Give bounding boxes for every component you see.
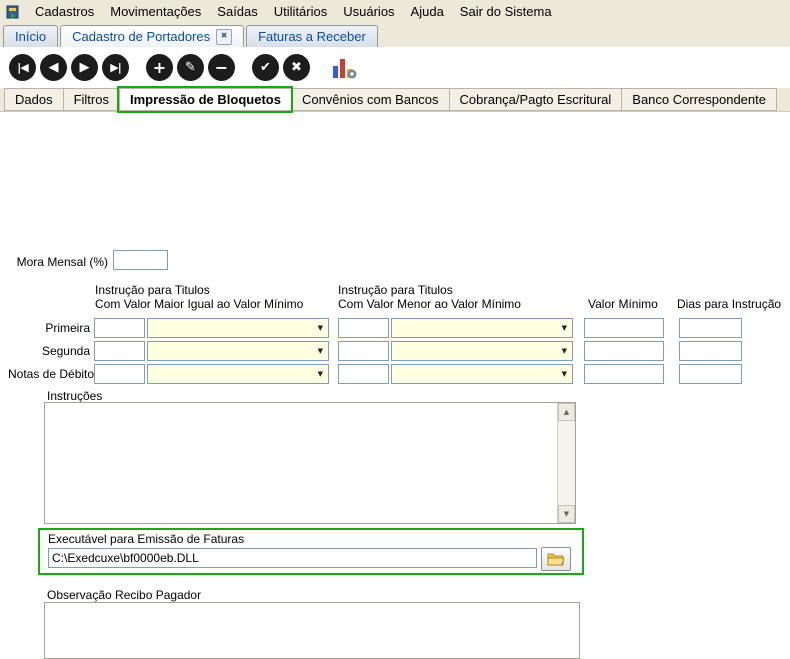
tab-label: Faturas a Receber [258,29,366,44]
segunda-dias-instrucao-input[interactable] [679,341,742,361]
tab-label: Início [15,29,46,44]
next-record-button[interactable]: ▶ [71,54,98,81]
tab-label: Cadastro de Portadores [72,29,210,44]
menu-movimentacoes[interactable]: Movimentações [102,1,209,22]
app-icon [5,4,21,20]
primeira-menor-combobox[interactable]: ▼ [391,318,573,338]
row-segunda-label: Segunda [8,344,90,358]
mora-mensal-input[interactable] [113,250,168,270]
menu-sair-do-sistema[interactable]: Sair do Sistema [452,1,560,22]
notas-menor-combobox[interactable]: ▼ [391,364,573,384]
row-notas-de-debito-label: Notas de Débito [8,367,90,381]
segunda-menor-codigo-input[interactable] [338,341,389,361]
menu-saidas[interactable]: Saídas [209,1,265,22]
chevron-down-icon: ▼ [562,370,567,378]
tab-impressao-de-bloquetos[interactable]: Impressão de Bloquetos [119,88,291,111]
segunda-maior-codigo-input[interactable] [94,341,145,361]
menu-usuarios[interactable]: Usuários [335,1,402,22]
record-toolbar: |◀ ◀ ▶ ▶| + ✎ − ✔ ✖ [0,47,790,88]
add-record-button[interactable]: + [146,54,173,81]
group2-subtitle: Com Valor Menor ao Valor Mínimo [338,297,521,311]
instrucoes-textarea[interactable] [45,403,557,523]
chevron-down-icon: ▼ [318,324,323,332]
tab-filtros[interactable]: Filtros [63,88,119,111]
edit-record-button[interactable]: ✎ [177,54,204,81]
executavel-path-input[interactable] [48,548,537,568]
instrucoes-field: ▲ ▼ [44,402,576,524]
tab-inicio[interactable]: Início [3,25,58,47]
menu-ajuda[interactable]: Ajuda [403,1,452,22]
observacao-label: Observação Recibo Pagador [47,588,201,602]
bar-chart-icon [331,56,357,80]
primeira-menor-codigo-input[interactable] [338,318,389,338]
tab-strip: Início Cadastro de Portadores ✖ Faturas … [0,23,790,47]
chevron-down-icon: ▼ [318,370,323,378]
chevron-down-icon: ▼ [562,324,567,332]
chevron-down-icon: ▼ [562,347,567,355]
notas-valor-minimo-input[interactable] [584,364,664,384]
notas-maior-codigo-input[interactable] [94,364,145,384]
group1-subtitle: Com Valor Maior Igual ao Valor Mínimo [95,297,303,311]
browse-file-button[interactable] [541,547,571,571]
primeira-valor-minimo-input[interactable] [584,318,664,338]
group1-title: Instrução para Titulos [95,283,210,297]
first-record-button[interactable]: |◀ [9,54,36,81]
tab-convenios-com-bancos[interactable]: Convênios com Bancos [291,88,449,111]
tab-cadastro-de-portadores[interactable]: Cadastro de Portadores ✖ [60,25,244,47]
notas-menor-codigo-input[interactable] [338,364,389,384]
chevron-down-icon: ▼ [318,347,323,355]
scroll-down-icon[interactable]: ▼ [558,505,575,523]
menu-utilitarios[interactable]: Utilitários [266,1,335,22]
notas-dias-instrucao-input[interactable] [679,364,742,384]
menu-cadastros[interactable]: Cadastros [27,1,102,22]
tab-dados[interactable]: Dados [4,88,63,111]
primeira-dias-instrucao-input[interactable] [679,318,742,338]
delete-record-button[interactable]: − [208,54,235,81]
notas-maior-combobox[interactable]: ▼ [147,364,329,384]
tab-faturas-a-receber[interactable]: Faturas a Receber [246,25,378,47]
group2-title: Instrução para Titulos [338,283,453,297]
primeira-maior-combobox[interactable]: ▼ [147,318,329,338]
menu-bar: Cadastros Movimentações Saídas Utilitári… [0,0,790,24]
primeira-maior-codigo-input[interactable] [94,318,145,338]
report-chart-button[interactable] [331,56,357,80]
tab-close-icon[interactable]: ✖ [216,29,232,45]
mora-mensal-label: Mora Mensal (%) [8,255,108,269]
valor-minimo-header: Valor Mínimo [588,297,658,311]
row-primeira-label: Primeira [8,321,90,335]
segunda-menor-combobox[interactable]: ▼ [391,341,573,361]
scroll-up-icon[interactable]: ▲ [558,403,575,421]
previous-record-button[interactable]: ◀ [40,54,67,81]
tab-cobranca-pagto-escritural[interactable]: Cobrança/Pagto Escritural [449,88,622,111]
page-tab-bar: Dados Filtros Impressão de Bloquetos Con… [0,88,790,112]
form-panel: Mora Mensal (%) Instrução para Titulos C… [0,112,790,555]
segunda-maior-combobox[interactable]: ▼ [147,341,329,361]
instrucoes-label: Instruções [47,389,102,403]
vertical-scrollbar[interactable]: ▲ ▼ [557,403,575,523]
last-record-button[interactable]: ▶| [102,54,129,81]
executavel-label: Executável para Emissão de Faturas [48,532,244,546]
confirm-button[interactable]: ✔ [252,54,279,81]
cancel-button[interactable]: ✖ [283,54,310,81]
dias-instrucao-header: Dias para Instrução [677,297,781,311]
open-folder-icon [547,552,565,566]
segunda-valor-minimo-input[interactable] [584,341,664,361]
tab-banco-correspondente[interactable]: Banco Correspondente [621,88,777,111]
observacao-textarea[interactable] [44,602,580,659]
executavel-group: Executável para Emissão de Faturas [38,528,584,575]
